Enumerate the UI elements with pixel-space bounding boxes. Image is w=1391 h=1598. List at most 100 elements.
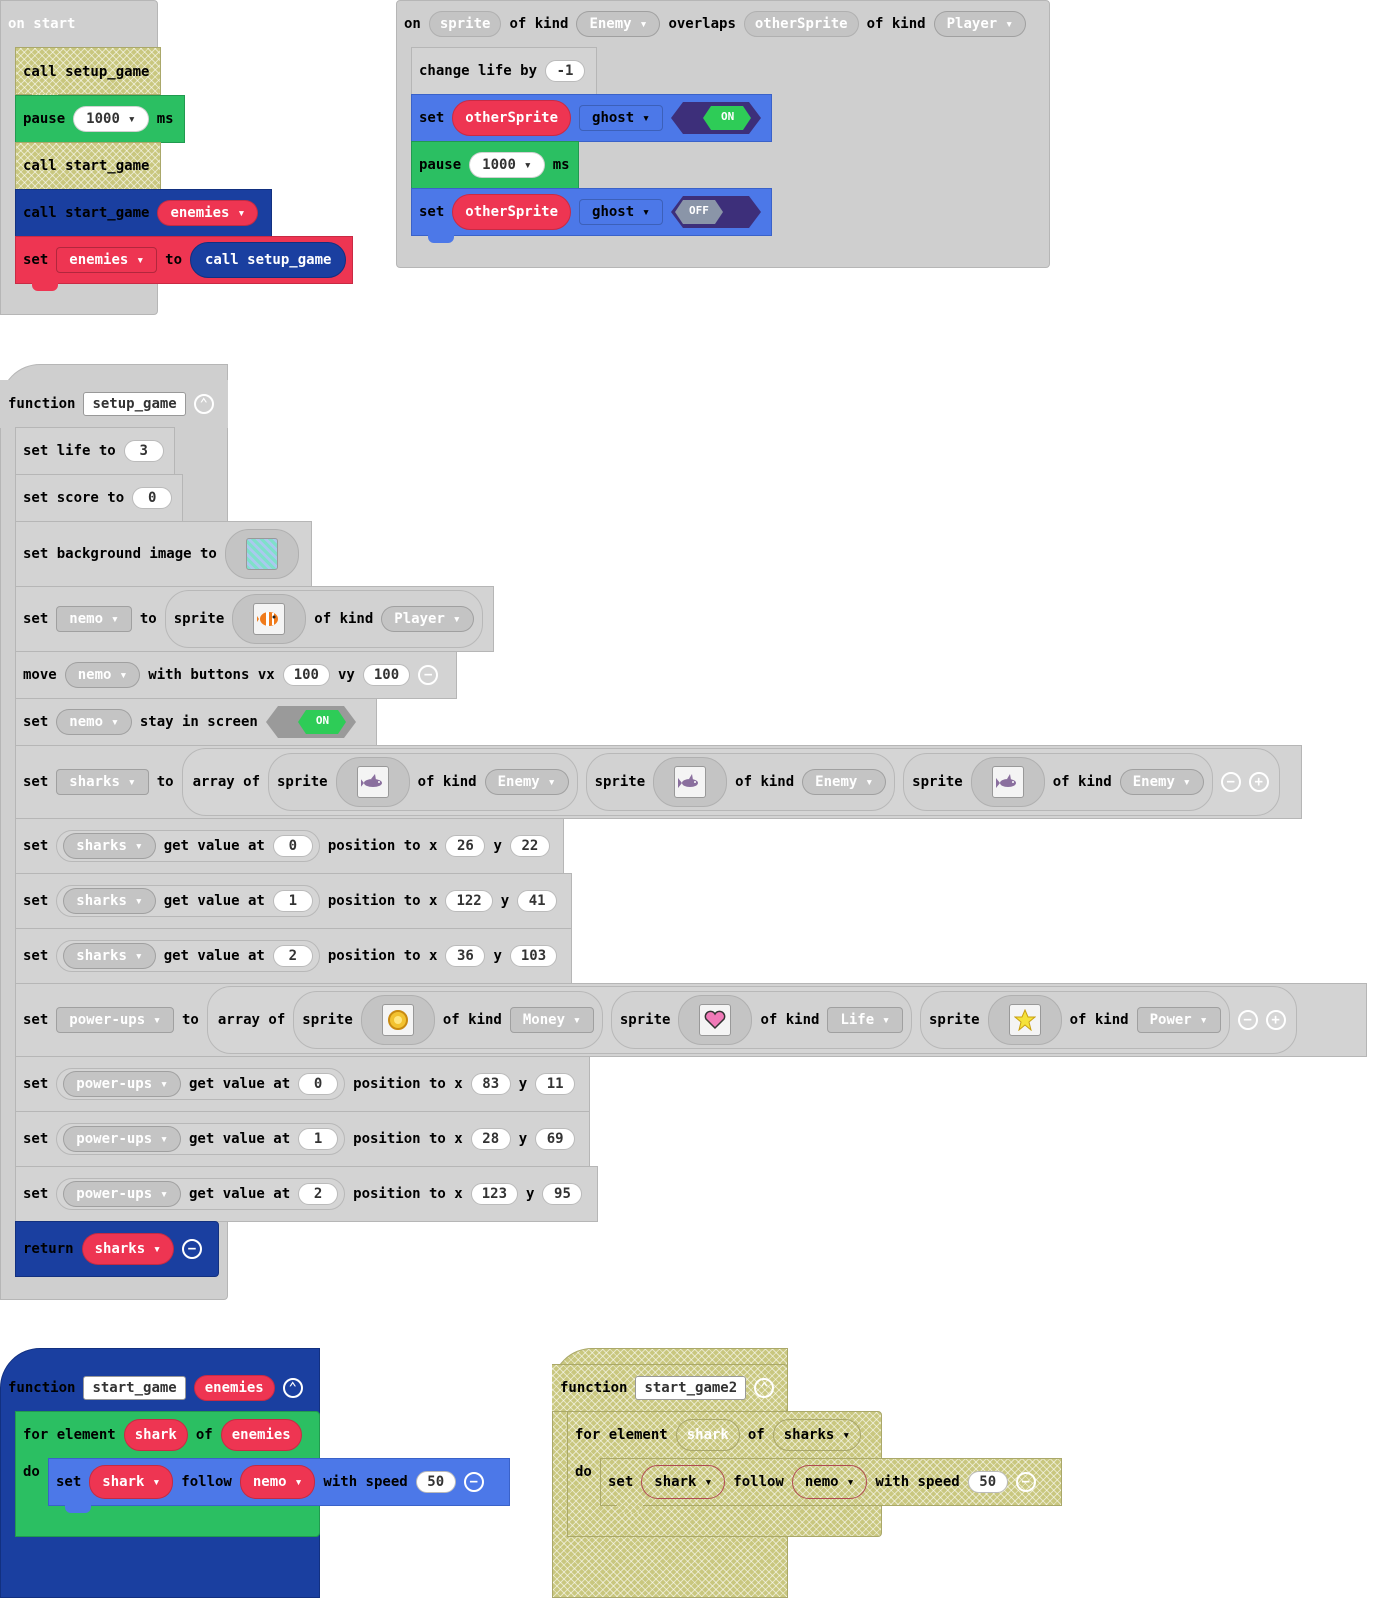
remove-return-value-icon[interactable]: − (181, 1239, 202, 1259)
x-value[interactable]: 28 (470, 1128, 511, 1150)
stay-toggle-on[interactable]: ON (265, 704, 356, 740)
ghost-flag-dropdown[interactable]: ghost (579, 105, 663, 131)
remove-item-icon[interactable]: − (1220, 772, 1241, 792)
sharks-list-dropdown[interactable]: sharks (772, 1419, 862, 1451)
x-value[interactable]: 123 (470, 1183, 519, 1205)
get-value-reporter[interactable]: power-ups get value at 2 (56, 1178, 346, 1210)
power-kind-dropdown[interactable]: Power (1136, 1007, 1221, 1033)
remove-arg-icon[interactable]: − (418, 665, 439, 685)
sharks-list-dropdown[interactable]: sharks (63, 943, 156, 969)
vx-value[interactable]: 100 (282, 664, 330, 686)
ghost-toggle-on[interactable]: ON (671, 100, 761, 136)
life-kind-dropdown[interactable]: Life (827, 1007, 903, 1033)
y-value[interactable]: 95 (542, 1183, 583, 1205)
enemy-kind-dropdown[interactable]: Enemy (802, 769, 887, 795)
enemy-kind-dropdown[interactable]: Enemy (576, 11, 661, 37)
background-image-picker[interactable] (224, 529, 299, 579)
enemies-var-dropdown[interactable]: enemies (56, 247, 158, 273)
other-sprite-reporter[interactable]: otherSprite (452, 100, 572, 136)
shark-sprite-3[interactable]: sprite of kind Enemy (903, 753, 1213, 811)
collapse-params-icon[interactable]: ⌃ (754, 1378, 775, 1398)
enemy-kind-dropdown[interactable]: Enemy (1119, 769, 1204, 795)
index-value[interactable]: 2 (298, 1183, 339, 1205)
remove-item-icon[interactable]: − (1237, 1010, 1258, 1030)
get-value-reporter[interactable]: sharks get value at 2 (56, 940, 320, 972)
get-value-reporter[interactable]: power-ups get value at 1 (56, 1123, 346, 1155)
enemies-arg-dropdown[interactable]: enemies (157, 200, 259, 226)
index-value[interactable]: 2 (272, 945, 313, 967)
vy-value[interactable]: 100 (362, 664, 411, 686)
y-value[interactable]: 22 (509, 835, 550, 857)
index-value[interactable]: 0 (272, 835, 313, 857)
x-value[interactable]: 83 (470, 1073, 511, 1095)
pause-duration-dropdown-2[interactable]: 1000 (469, 152, 545, 178)
create-sprite-reporter[interactable]: sprite of kind Player (164, 590, 483, 648)
index-value[interactable]: 1 (298, 1128, 339, 1150)
array-of-reporter[interactable]: array of sprite of kind Enemy sprite of … (181, 748, 1280, 816)
shark-loop-var[interactable]: shark (123, 1419, 188, 1451)
nemo-image-picker[interactable] (232, 594, 307, 644)
y-value[interactable]: 11 (535, 1073, 576, 1095)
shark-image-picker-3[interactable] (970, 757, 1045, 807)
index-value[interactable]: 1 (272, 890, 313, 912)
other-sprite-reporter-2[interactable]: otherSprite (452, 194, 572, 230)
pause-duration-dropdown[interactable]: 1000 (73, 106, 149, 132)
ghost-toggle-off[interactable]: OFF (671, 194, 761, 230)
score-value[interactable]: 0 (132, 487, 173, 509)
sharks-var-dropdown[interactable]: sharks (56, 769, 149, 795)
powerups-var-dropdown[interactable]: power-ups (56, 1007, 174, 1033)
add-item-icon[interactable]: + (1265, 1010, 1286, 1030)
shark-image-picker-1[interactable] (335, 757, 410, 807)
speed-value[interactable]: 50 (967, 1471, 1008, 1493)
powerups-list-dropdown[interactable]: power-ups (63, 1181, 181, 1207)
shark-image-picker-2[interactable] (653, 757, 728, 807)
stay-var-dropdown[interactable]: nemo (56, 709, 132, 735)
life-value[interactable]: 3 (123, 440, 164, 462)
index-value[interactable]: 0 (298, 1073, 339, 1095)
powerup-sprite-life[interactable]: sprite of kind Life (610, 991, 912, 1049)
get-value-reporter[interactable]: power-ups get value at 0 (56, 1068, 346, 1100)
shark-var-dropdown[interactable]: shark (89, 1465, 174, 1499)
x-value[interactable]: 122 (445, 890, 493, 912)
sharks-list-dropdown[interactable]: sharks (63, 833, 156, 859)
function-name-input[interactable]: setup_game (83, 392, 186, 416)
powerup-sprite-money[interactable]: sprite of kind Money (293, 991, 603, 1049)
shark-sprite-1[interactable]: sprite of kind Enemy (268, 753, 578, 811)
collapse-params-icon[interactable]: ⌃ (282, 1378, 303, 1398)
ghost-flag-dropdown-2[interactable]: ghost (579, 199, 663, 225)
shark-var-dropdown[interactable]: shark (641, 1465, 726, 1499)
heart-image-picker[interactable] (678, 995, 753, 1045)
money-kind-dropdown[interactable]: Money (509, 1007, 594, 1033)
player-kind-dropdown[interactable]: Player (381, 606, 474, 632)
enemy-kind-dropdown[interactable]: Enemy (484, 769, 569, 795)
shark-loop-var[interactable]: shark (675, 1419, 740, 1451)
call-setup-game-reporter[interactable]: call setup_game (190, 242, 347, 278)
nemo-var-dropdown[interactable]: nemo (56, 606, 132, 632)
y-value[interactable]: 41 (517, 890, 558, 912)
enemies-param[interactable]: enemies (193, 1375, 275, 1401)
nemo-target-dropdown[interactable]: nemo (239, 1465, 316, 1499)
collapse-params-icon[interactable]: ⌃ (193, 394, 214, 414)
change-life-value[interactable]: -1 (545, 60, 586, 82)
player-kind-dropdown[interactable]: Player (933, 11, 1027, 37)
sharks-list-dropdown[interactable]: sharks (63, 888, 156, 914)
powerup-sprite-power[interactable]: sprite of kind Power (920, 991, 1230, 1049)
powerups-array-reporter[interactable]: array of sprite of kind Money sprite of … (206, 986, 1297, 1054)
move-var-dropdown[interactable]: nemo (64, 662, 141, 688)
remove-speed-icon[interactable]: − (463, 1472, 484, 1492)
get-value-reporter[interactable]: sharks get value at 0 (56, 830, 320, 862)
powerups-list-dropdown[interactable]: power-ups (63, 1126, 181, 1152)
y-value[interactable]: 69 (535, 1128, 576, 1150)
get-value-reporter[interactable]: sharks get value at 1 (56, 885, 320, 917)
shark-sprite-2[interactable]: sprite of kind Enemy (585, 753, 896, 811)
function-name-input[interactable]: start_game2 (635, 1376, 747, 1400)
speed-value[interactable]: 50 (415, 1471, 456, 1493)
remove-speed-icon[interactable]: − (1015, 1472, 1036, 1492)
nemo-target-dropdown[interactable]: nemo (791, 1465, 868, 1499)
function-name-input[interactable]: start_game (83, 1376, 186, 1400)
return-value-dropdown[interactable]: sharks (81, 1233, 174, 1265)
other-sprite-var[interactable]: otherSprite (743, 11, 859, 37)
sprite-var[interactable]: sprite (428, 11, 502, 37)
add-item-icon[interactable]: + (1248, 772, 1269, 792)
powerups-list-dropdown[interactable]: power-ups (63, 1071, 181, 1097)
